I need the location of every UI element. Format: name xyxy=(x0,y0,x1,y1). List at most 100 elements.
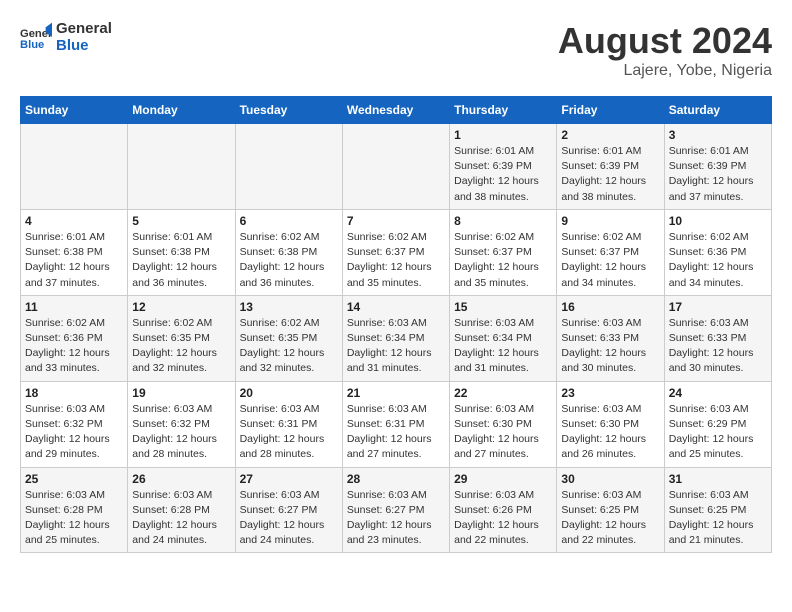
month-year-title: August 2024 xyxy=(558,20,772,62)
header-day-tuesday: Tuesday xyxy=(235,97,342,124)
calendar-cell: 10Sunrise: 6:02 AM Sunset: 6:36 PM Dayli… xyxy=(664,209,771,295)
calendar-cell: 8 Sunrise: 6:02 AM Sunset: 6:37 PM Daylig… xyxy=(450,209,557,295)
calendar-cell: 20Sunrise: 6:03 AM Sunset: 6:31 PM Dayli… xyxy=(235,381,342,467)
day-detail: Sunrise: 6:01 AM Sunset: 6:38 PM Dayligh… xyxy=(132,230,230,291)
day-number: 11 xyxy=(25,300,123,314)
calendar-cell: 9Sunrise: 6:02 AM Sunset: 6:37 PM Daylig… xyxy=(557,209,664,295)
calendar-table: SundayMondayTuesdayWednesdayThursdayFrid… xyxy=(20,96,772,553)
calendar-week-2: 4 Sunrise: 6:01 AM Sunset: 6:38 PM Daylig… xyxy=(21,209,772,295)
day-number: 17 xyxy=(669,300,767,314)
day-number: 25 xyxy=(25,472,123,486)
logo-icon: General Blue xyxy=(20,21,52,53)
calendar-cell: 19Sunrise: 6:03 AM Sunset: 6:32 PM Dayli… xyxy=(128,381,235,467)
day-detail: Sunrise: 6:03 AM Sunset: 6:27 PM Dayligh… xyxy=(347,488,445,549)
day-detail: Sunrise: 6:03 AM Sunset: 6:34 PM Dayligh… xyxy=(347,316,445,377)
calendar-cell: 15Sunrise: 6:03 AM Sunset: 6:34 PM Dayli… xyxy=(450,295,557,381)
calendar-week-4: 18 Sunrise: 6:03 AM Sunset: 6:32 PM Dayli… xyxy=(21,381,772,467)
day-number: 8 xyxy=(454,214,552,228)
calendar-header: SundayMondayTuesdayWednesdayThursdayFrid… xyxy=(21,97,772,124)
day-number: 2 xyxy=(561,128,659,142)
calendar-cell: 17 Sunrise: 6:03 AM Sunset: 6:33 PM Dayli… xyxy=(664,295,771,381)
day-detail: Sunrise: 6:03 AM Sunset: 6:31 PM Dayligh… xyxy=(347,402,445,463)
day-detail: Sunrise: 6:01 AM Sunset: 6:39 PM Dayligh… xyxy=(669,144,767,205)
calendar-cell: 6Sunrise: 6:02 AM Sunset: 6:38 PM Daylig… xyxy=(235,209,342,295)
day-detail: Sunrise: 6:03 AM Sunset: 6:32 PM Dayligh… xyxy=(25,402,123,463)
day-detail: Sunrise: 6:03 AM Sunset: 6:28 PM Dayligh… xyxy=(25,488,123,549)
calendar-week-1: 1 Sunrise: 6:01 AM Sunset: 6:39 PM Daylig… xyxy=(21,124,772,210)
page-header: General Blue General Blue August 2024 La… xyxy=(20,20,772,80)
day-number: 10 xyxy=(669,214,767,228)
day-number: 3 xyxy=(669,128,767,142)
calendar-cell: 11Sunrise: 6:02 AM Sunset: 6:36 PM Dayli… xyxy=(21,295,128,381)
calendar-cell: 27 Sunrise: 6:03 AM Sunset: 6:27 PM Dayli… xyxy=(235,467,342,553)
day-detail: Sunrise: 6:01 AM Sunset: 6:38 PM Dayligh… xyxy=(25,230,123,291)
day-detail: Sunrise: 6:02 AM Sunset: 6:37 PM Dayligh… xyxy=(454,230,552,291)
calendar-cell: 3 Sunrise: 6:01 AM Sunset: 6:39 PM Daylig… xyxy=(664,124,771,210)
day-detail: Sunrise: 6:03 AM Sunset: 6:29 PM Dayligh… xyxy=(669,402,767,463)
calendar-cell xyxy=(21,124,128,210)
header-day-thursday: Thursday xyxy=(450,97,557,124)
day-detail: Sunrise: 6:03 AM Sunset: 6:33 PM Dayligh… xyxy=(669,316,767,377)
day-number: 7 xyxy=(347,214,445,228)
day-number: 1 xyxy=(454,128,552,142)
day-detail: Sunrise: 6:03 AM Sunset: 6:34 PM Dayligh… xyxy=(454,316,552,377)
day-detail: Sunrise: 6:02 AM Sunset: 6:37 PM Dayligh… xyxy=(561,230,659,291)
header-day-monday: Monday xyxy=(128,97,235,124)
logo-text-line1: General xyxy=(56,20,112,37)
day-detail: Sunrise: 6:02 AM Sunset: 6:35 PM Dayligh… xyxy=(132,316,230,377)
day-number: 5 xyxy=(132,214,230,228)
calendar-cell: 31Sunrise: 6:03 AM Sunset: 6:25 PM Dayli… xyxy=(664,467,771,553)
calendar-cell: 30 Sunrise: 6:03 AM Sunset: 6:25 PM Dayli… xyxy=(557,467,664,553)
calendar-week-5: 25 Sunrise: 6:03 AM Sunset: 6:28 PM Dayli… xyxy=(21,467,772,553)
day-number: 27 xyxy=(240,472,338,486)
calendar-cell: 21Sunrise: 6:03 AM Sunset: 6:31 PM Dayli… xyxy=(342,381,449,467)
day-number: 19 xyxy=(132,386,230,400)
header-row: SundayMondayTuesdayWednesdayThursdayFrid… xyxy=(21,97,772,124)
calendar-body: 1 Sunrise: 6:01 AM Sunset: 6:39 PM Daylig… xyxy=(21,124,772,553)
day-number: 30 xyxy=(561,472,659,486)
calendar-cell: 1 Sunrise: 6:01 AM Sunset: 6:39 PM Daylig… xyxy=(450,124,557,210)
day-detail: Sunrise: 6:03 AM Sunset: 6:25 PM Dayligh… xyxy=(561,488,659,549)
location-subtitle: Lajere, Yobe, Nigeria xyxy=(558,62,772,80)
calendar-cell: 28Sunrise: 6:03 AM Sunset: 6:27 PM Dayli… xyxy=(342,467,449,553)
day-detail: Sunrise: 6:03 AM Sunset: 6:28 PM Dayligh… xyxy=(132,488,230,549)
day-detail: Sunrise: 6:03 AM Sunset: 6:27 PM Dayligh… xyxy=(240,488,338,549)
calendar-cell: 18 Sunrise: 6:03 AM Sunset: 6:32 PM Dayli… xyxy=(21,381,128,467)
calendar-cell: 12Sunrise: 6:02 AM Sunset: 6:35 PM Dayli… xyxy=(128,295,235,381)
header-day-wednesday: Wednesday xyxy=(342,97,449,124)
calendar-cell: 26 Sunrise: 6:03 AM Sunset: 6:28 PM Dayli… xyxy=(128,467,235,553)
day-detail: Sunrise: 6:01 AM Sunset: 6:39 PM Dayligh… xyxy=(454,144,552,205)
day-number: 26 xyxy=(132,472,230,486)
header-day-saturday: Saturday xyxy=(664,97,771,124)
day-number: 4 xyxy=(25,214,123,228)
day-detail: Sunrise: 6:02 AM Sunset: 6:37 PM Dayligh… xyxy=(347,230,445,291)
day-detail: Sunrise: 6:03 AM Sunset: 6:25 PM Dayligh… xyxy=(669,488,767,549)
day-number: 16 xyxy=(561,300,659,314)
svg-text:Blue: Blue xyxy=(20,39,44,51)
title-area: August 2024 Lajere, Yobe, Nigeria xyxy=(558,20,772,80)
day-number: 14 xyxy=(347,300,445,314)
header-day-friday: Friday xyxy=(557,97,664,124)
day-number: 29 xyxy=(454,472,552,486)
day-detail: Sunrise: 6:02 AM Sunset: 6:35 PM Dayligh… xyxy=(240,316,338,377)
calendar-cell: 4 Sunrise: 6:01 AM Sunset: 6:38 PM Daylig… xyxy=(21,209,128,295)
calendar-cell xyxy=(128,124,235,210)
calendar-cell: 25 Sunrise: 6:03 AM Sunset: 6:28 PM Dayli… xyxy=(21,467,128,553)
logo: General Blue General Blue xyxy=(20,20,112,54)
day-number: 20 xyxy=(240,386,338,400)
calendar-cell: 29Sunrise: 6:03 AM Sunset: 6:26 PM Dayli… xyxy=(450,467,557,553)
day-detail: Sunrise: 6:01 AM Sunset: 6:39 PM Dayligh… xyxy=(561,144,659,205)
day-detail: Sunrise: 6:03 AM Sunset: 6:30 PM Dayligh… xyxy=(454,402,552,463)
calendar-cell: 23Sunrise: 6:03 AM Sunset: 6:30 PM Dayli… xyxy=(557,381,664,467)
header-day-sunday: Sunday xyxy=(21,97,128,124)
day-number: 6 xyxy=(240,214,338,228)
day-number: 23 xyxy=(561,386,659,400)
day-detail: Sunrise: 6:03 AM Sunset: 6:33 PM Dayligh… xyxy=(561,316,659,377)
day-number: 18 xyxy=(25,386,123,400)
calendar-cell: 22Sunrise: 6:03 AM Sunset: 6:30 PM Dayli… xyxy=(450,381,557,467)
calendar-cell: 5 Sunrise: 6:01 AM Sunset: 6:38 PM Daylig… xyxy=(128,209,235,295)
calendar-cell: 2 Sunrise: 6:01 AM Sunset: 6:39 PM Daylig… xyxy=(557,124,664,210)
day-number: 13 xyxy=(240,300,338,314)
calendar-cell: 24Sunrise: 6:03 AM Sunset: 6:29 PM Dayli… xyxy=(664,381,771,467)
calendar-week-3: 11Sunrise: 6:02 AM Sunset: 6:36 PM Dayli… xyxy=(21,295,772,381)
